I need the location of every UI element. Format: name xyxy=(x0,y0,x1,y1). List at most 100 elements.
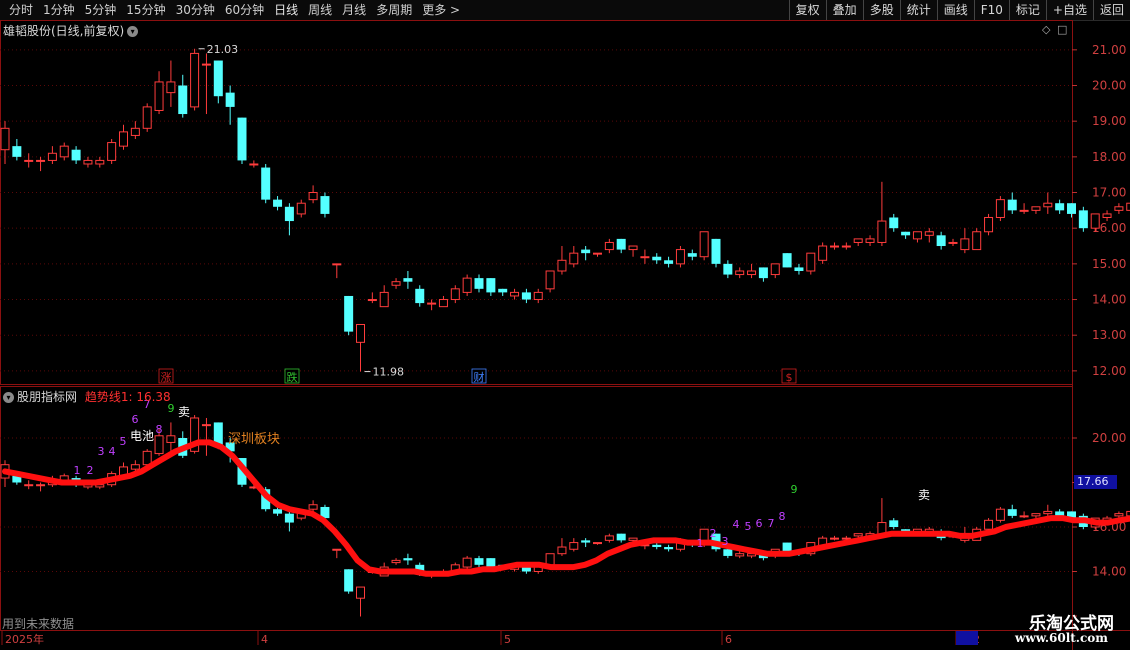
main-candle-body-down xyxy=(616,238,626,250)
main-candle-body-up xyxy=(1102,213,1112,218)
main-y-tick-label: 14.00 xyxy=(1092,293,1126,307)
count-a-1: 1 xyxy=(74,464,81,477)
main-candle-body-up xyxy=(107,142,117,161)
main-candle-body-up xyxy=(296,202,306,215)
indicator-candle-body-up xyxy=(1114,513,1124,517)
indicator-candle-body-up xyxy=(36,484,46,487)
indicator-candle-body-down xyxy=(664,547,674,550)
indicator-candle-body-up xyxy=(24,484,34,487)
trend-line xyxy=(2,439,1130,577)
count-b-4: 4 xyxy=(733,518,740,531)
indicator-candle-body-up xyxy=(130,464,140,470)
indicator-candle-body-up xyxy=(604,535,614,541)
event-marker-0: 涨 xyxy=(161,371,172,384)
main-candle-body-up xyxy=(367,299,377,302)
main-candle-body-up xyxy=(747,270,757,276)
main-candle-body-down xyxy=(901,231,911,236)
main-candle-body-up xyxy=(948,241,958,244)
count-b-7: 7 xyxy=(768,517,775,530)
main-candle-body-up xyxy=(806,252,816,272)
event-marker-2: 财 xyxy=(474,370,485,384)
main-candle-body-up xyxy=(557,259,567,272)
main-candle-body-down xyxy=(498,288,508,293)
main-y-tick-label: 20.00 xyxy=(1092,79,1126,93)
indicator-candle-body-up xyxy=(166,435,176,443)
main-candle-body-up xyxy=(1019,209,1029,212)
indicator-candle-body-down xyxy=(284,513,294,523)
main-candle-body-down xyxy=(1067,203,1076,214)
indicator-candle-body-up xyxy=(593,542,602,545)
main-candle-body-down xyxy=(758,267,768,279)
main-candle-body-up xyxy=(59,145,69,158)
main-candle-body-down xyxy=(320,196,330,214)
main-candle-body-up xyxy=(142,106,152,129)
main-candle-body-up xyxy=(130,127,140,136)
indicator-candle-body-up xyxy=(1031,513,1041,517)
indicator-candle-body-down xyxy=(782,542,792,552)
main-candle-body-down xyxy=(403,278,413,282)
main-candle-body-down xyxy=(664,260,674,264)
sell-label: 卖 xyxy=(178,405,190,419)
indicator-candle-body-down xyxy=(1007,509,1017,516)
indicator-candle-body-down xyxy=(889,520,899,527)
main-candle-body-up xyxy=(166,81,176,94)
main-candle-body-down xyxy=(178,85,188,115)
watermark-url: www.60lt.com xyxy=(1015,631,1108,645)
count-a-8: 8 xyxy=(156,423,163,436)
indicator-candle-body-up xyxy=(391,559,401,564)
main-candle-body-up xyxy=(960,238,970,251)
trend-line-label: 趋势线1: 16.38 xyxy=(84,390,171,404)
main-candle-body-up xyxy=(628,245,638,251)
time-axis-label: 4 xyxy=(261,633,268,646)
indicator-candle-body-up xyxy=(841,537,851,540)
main-candle-body-up xyxy=(640,256,650,259)
main-candle-body-up xyxy=(1114,206,1124,211)
main-candle-body-down xyxy=(652,256,662,261)
indicator-candle-body-down xyxy=(616,533,626,541)
main-candle-body-up xyxy=(675,249,685,265)
main-candle-body-up xyxy=(308,192,318,201)
count-b-1: 1 xyxy=(697,537,704,550)
main-candle-body-up xyxy=(972,231,982,251)
main-candle-body-down xyxy=(71,149,81,161)
count-a-4: 4 xyxy=(109,445,116,458)
indicator-candle-body-down xyxy=(723,549,733,556)
main-candle-body-down xyxy=(261,167,271,200)
main-candle-body-down xyxy=(344,295,354,332)
count-a-6: 6 xyxy=(132,413,139,426)
main-candle-body-down xyxy=(237,117,247,161)
main-candle-body-up xyxy=(0,127,10,151)
indicator-menu-icon[interactable]: ▾ xyxy=(3,392,14,403)
main-candle-body-up xyxy=(356,323,365,343)
main-candle-body-up xyxy=(984,216,994,233)
indicator-candle-body-up xyxy=(201,424,211,427)
main-candle-body-up xyxy=(545,270,555,290)
indicator-candle-body-up xyxy=(830,537,839,540)
main-candle-body-down xyxy=(1055,203,1065,211)
main-candle-body-down xyxy=(521,292,531,300)
main-candle-body-up xyxy=(450,288,460,301)
indicator-candle-body-up xyxy=(1019,515,1029,518)
main-candle-body-up xyxy=(877,220,887,243)
indicator-candle-body-up xyxy=(462,557,472,568)
battery-label: 电池 xyxy=(130,429,154,443)
sell-label: 卖 xyxy=(918,488,930,502)
time-axis-label: 5 xyxy=(504,633,511,646)
indicator-candle-body-down xyxy=(273,509,283,514)
main-candle-body-up xyxy=(427,302,437,305)
main-candle-body-down xyxy=(794,267,804,271)
maximize-icon[interactable]: □ xyxy=(1057,23,1067,36)
main-candle-body-up xyxy=(154,81,164,111)
main-panel-title: 雄韬股份(日线,前复权) ▾ xyxy=(3,22,139,39)
diamond-icon[interactable]: ◇ xyxy=(1042,23,1050,36)
kline-chart[interactable]: 21.0020.0019.0018.0017.0016.0015.0014.00… xyxy=(0,0,1130,650)
indicator-candle-body-up xyxy=(142,450,152,466)
main-candle-body-down xyxy=(273,199,283,207)
main-candle-body-up xyxy=(924,231,934,236)
main-candle-body-up xyxy=(770,263,780,276)
main-candle-body-up xyxy=(1031,206,1041,211)
main-candle-body-up xyxy=(735,270,745,276)
count-b-9: 9 xyxy=(791,483,798,496)
panel-menu-icon[interactable]: ▾ xyxy=(127,26,139,37)
indicator-candle-body-down xyxy=(474,558,484,565)
